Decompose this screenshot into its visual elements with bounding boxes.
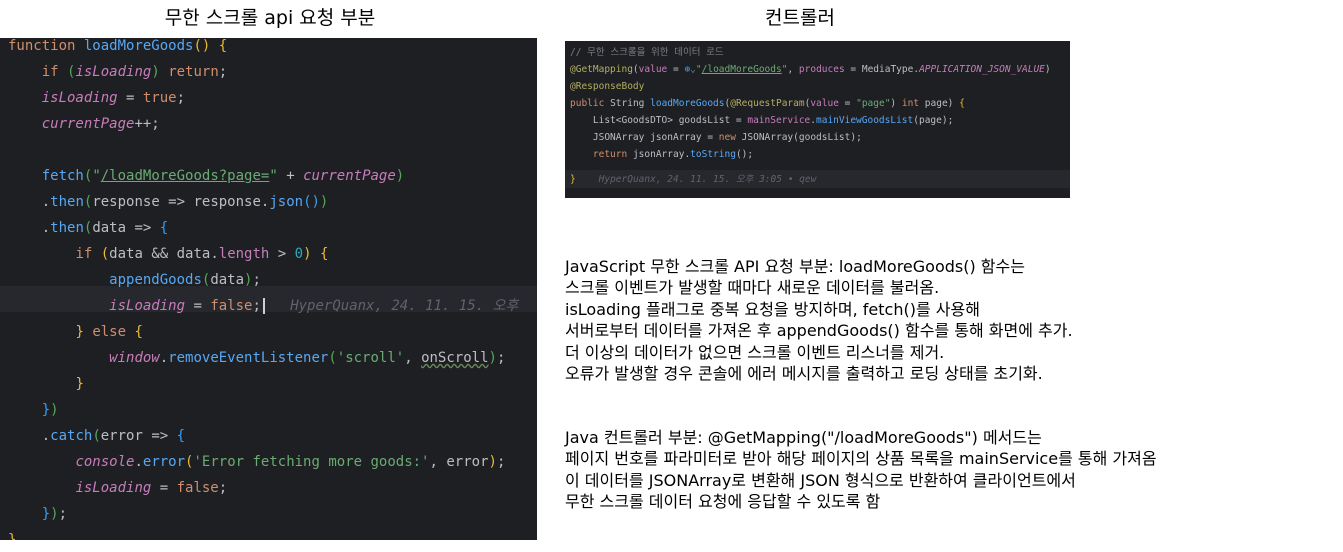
code-line: public String loadMoreGoods(@RequestPara…	[570, 98, 965, 109]
code-line: List<GoodsDTO> goodsList = mainService.m…	[592, 115, 954, 126]
code-line: }	[8, 532, 17, 540]
java-code-editor: // 무한 스크롤을 위한 데이터 로드 @GetMapping(value =…	[565, 41, 1070, 198]
code-line: console.error('Error fetching more goods…	[75, 454, 506, 470]
js-code-editor: function loadMoreGoods() { if (isLoading…	[0, 38, 537, 540]
description-line: isLoading 플래그로 중복 요청을 방지하며, fetch()를 사용해	[565, 299, 980, 319]
code-line: if (isLoading) return;	[41, 64, 228, 80]
description-line: 페이지 번호를 파라미터로 받아 해당 페이지의 상품 목록을 mainServ…	[565, 449, 1157, 469]
code-line: .then(response => response.json())	[8, 194, 329, 210]
code-line: function loadMoreGoods() {	[8, 38, 228, 54]
code-line: });	[41, 506, 68, 522]
git-blame-inlay: HyperQuanx, 24. 11. 15. 오후 3:05 • qew	[598, 174, 817, 185]
description-line: 더 이상의 데이터가 없으면 스크롤 이벤트 리스너를 제거.	[565, 342, 945, 362]
description-line: Java 컨트롤러 부분: @GetMapping("/loadMoreGood…	[565, 428, 1042, 447]
code-line: }	[75, 376, 84, 392]
description-line: JavaScript 무한 스크롤 API 요청 부분: loadMoreGoo…	[565, 257, 1025, 276]
code-line: @GetMapping(value = ⊕⌄"/loadMoreGoods", …	[570, 64, 1051, 75]
code-line: isLoading = false; HyperQuanx, 24. 11. 1…	[109, 298, 519, 314]
code-line: .then(data => {	[8, 220, 169, 236]
text-caret	[262, 298, 265, 314]
description-line: 이 데이터를 JSONArray로 변환해 JSON 형식으로 반환하여 클라이…	[565, 470, 1076, 490]
description-line: 서버로부터 데이터를 가져온 후 appendGoods() 함수를 통해 화면…	[565, 321, 1073, 341]
code-line: return jsonArray.toString();	[592, 149, 754, 160]
git-blame-inlay: HyperQuanx, 24. 11. 15. 오후	[290, 298, 519, 314]
code-line: })	[41, 402, 59, 418]
code-line: JSONArray jsonArray = new JSONArray(good…	[592, 132, 862, 143]
code-line: .catch(error => {	[8, 428, 186, 444]
code-line: isLoading = false;	[75, 480, 228, 496]
code-line: appendGoods(data);	[109, 272, 261, 288]
controller-section-heading: 컨트롤러	[765, 7, 835, 29]
description-line: 무한 스크롤 데이터 요청에 응답할 수 있도록 함	[565, 492, 881, 512]
js-description: JavaScript 무한 스크롤 API 요청 부분: loadMoreGoo…	[565, 256, 1335, 384]
code-line: @ResponseBody	[570, 81, 645, 92]
code-line: if (data && data.length > 0) {	[75, 246, 329, 262]
code-line: currentPage++;	[41, 116, 160, 132]
description-line: 스크롤 이벤트가 발생할 때마다 새로운 데이터를 불러옴.	[565, 278, 940, 298]
description-line: 오류가 발생할 경우 콘솔에 에러 메시지를 출력하고 로딩 상태를 초기화.	[565, 364, 1043, 384]
code-line: isLoading = true;	[41, 90, 186, 106]
code-line: } HyperQuanx, 24. 11. 15. 오후 3:05 • qew	[570, 174, 817, 185]
code-line: window.removeEventListener('scroll', onS…	[109, 350, 506, 366]
js-section-heading: 무한 스크롤 api 요청 부분	[164, 7, 376, 29]
code-line: // 무한 스크롤을 위한 데이터 로드	[570, 47, 724, 58]
java-description: Java 컨트롤러 부분: @GetMapping("/loadMoreGood…	[565, 427, 1335, 513]
code-line: fetch("/loadMoreGoods?page=" + currentPa…	[41, 168, 405, 184]
code-line: } else {	[75, 324, 143, 340]
